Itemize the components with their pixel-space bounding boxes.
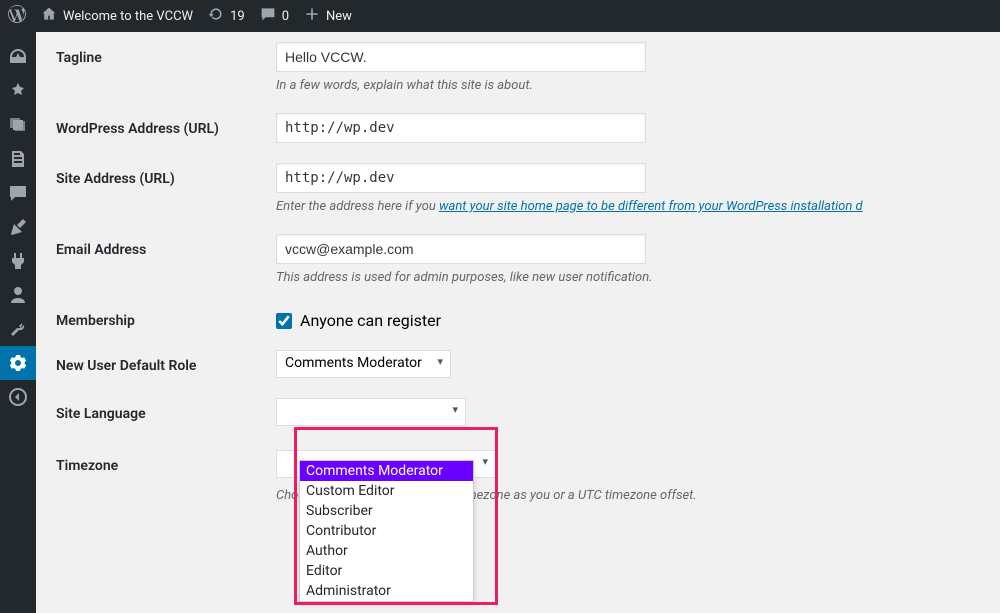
sidebar-item-media[interactable] (0, 108, 36, 142)
default-role-dropdown: Comments ModeratorCustom EditorSubscribe… (299, 460, 474, 602)
site-address-description: Enter the address here if you want your … (276, 199, 980, 214)
sidebar-item-settings[interactable] (0, 346, 36, 380)
update-icon (208, 6, 224, 26)
updates-count: 19 (230, 9, 245, 24)
email-description: This address is used for admin purposes,… (276, 270, 980, 285)
membership-checkbox-label: Anyone can register (300, 311, 441, 330)
plus-icon (304, 6, 320, 26)
site-name-link[interactable]: Welcome to the VCCW (41, 6, 193, 26)
site-title: Welcome to the VCCW (63, 9, 193, 24)
default-role-label: New User Default Role (56, 350, 276, 374)
role-option[interactable]: Administrator (300, 581, 473, 601)
sidebar-item-users[interactable] (0, 278, 36, 312)
wp-address-label: WordPress Address (URL) (56, 113, 276, 137)
wp-logo[interactable] (8, 5, 26, 27)
comments-link[interactable]: 0 (260, 6, 289, 26)
membership-label: Membership (56, 305, 276, 329)
tagline-input[interactable] (276, 42, 646, 72)
role-option[interactable]: Subscriber (300, 501, 473, 521)
sidebar-item-collapse[interactable] (0, 380, 36, 414)
sidebar-item-pages[interactable] (0, 142, 36, 176)
email-label: Email Address (56, 234, 276, 258)
updates-link[interactable]: 19 (208, 6, 245, 26)
site-language-label: Site Language (56, 398, 276, 422)
sidebar-item-dashboard[interactable] (0, 40, 36, 74)
wp-address-input[interactable] (276, 113, 646, 143)
membership-checkbox[interactable] (276, 313, 292, 329)
tagline-label: Tagline (56, 42, 276, 66)
new-content-link[interactable]: New (304, 6, 352, 26)
role-option[interactable]: Editor (300, 561, 473, 581)
new-label: New (326, 9, 352, 24)
site-address-label: Site Address (URL) (56, 163, 276, 187)
sidebar-item-plugins[interactable] (0, 244, 36, 278)
settings-general-page: Tagline In a few words, explain what thi… (36, 32, 1000, 613)
sidebar-item-tools[interactable] (0, 312, 36, 346)
default-role-select[interactable]: Comments Moderator (276, 350, 451, 378)
comments-count: 0 (282, 9, 289, 24)
wordpress-icon (8, 5, 26, 27)
comment-icon (260, 6, 276, 26)
sidebar-item-appearance[interactable] (0, 210, 36, 244)
home-icon (41, 6, 57, 26)
sidebar-item-comments[interactable] (0, 176, 36, 210)
role-option[interactable]: Contributor (300, 521, 473, 541)
site-language-select[interactable] (276, 398, 466, 426)
sidebar-item-posts[interactable] (0, 74, 36, 108)
email-input[interactable] (276, 234, 646, 264)
tagline-description: In a few words, explain what this site i… (276, 78, 980, 93)
admin-bar: Welcome to the VCCW 19 0 New (0, 0, 1000, 32)
role-option[interactable]: Author (300, 541, 473, 561)
role-option[interactable]: Custom Editor (300, 481, 473, 501)
timezone-label: Timezone (56, 450, 276, 474)
site-address-input[interactable] (276, 163, 646, 193)
site-address-help-link[interactable]: want your site home page to be different… (439, 199, 863, 214)
role-option[interactable]: Comments Moderator (300, 461, 473, 481)
admin-sidebar (0, 32, 36, 613)
